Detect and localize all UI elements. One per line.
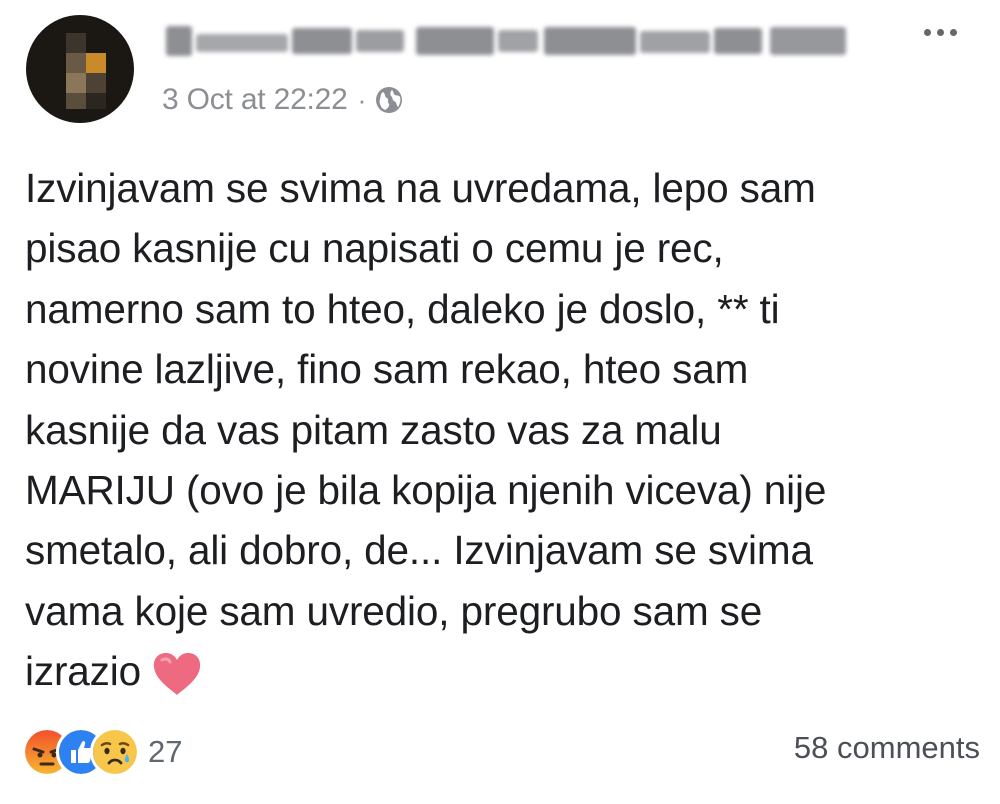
facebook-post: 3 Oct at 22:22 · Izvinjavam se svima na … — [0, 0, 1000, 804]
dot-icon — [923, 28, 931, 36]
author-name-redacted[interactable] — [166, 24, 846, 58]
meta-separator: · — [357, 84, 367, 115]
reactions-summary[interactable]: 27 — [22, 722, 182, 782]
post-body-line: smetalo, ali dobro, de... Izvinjavam se … — [25, 527, 813, 574]
post-body-line: novine lazljive, fino sam rekao, hteo sa… — [25, 346, 749, 393]
post-body-last-line: izrazio — [25, 641, 965, 701]
globe-icon[interactable] — [374, 85, 404, 115]
post-body-line: vama koje sam uvredio, pregrubo sam se — [25, 587, 763, 634]
comments-count-link[interactable]: 58 comments — [794, 730, 980, 766]
dot-icon — [936, 28, 944, 36]
post-body-line: namerno sam to hteo, daleko je doslo, **… — [25, 285, 780, 332]
reaction-icons — [22, 727, 140, 777]
post-body-line: Izvinjavam se svima na uvredama, lepo sa… — [25, 165, 816, 211]
dot-icon — [949, 28, 957, 36]
post-body-line: pisao kasnije cu napisati o cemu je rec, — [25, 225, 724, 272]
post-body-line: izrazio — [25, 648, 141, 695]
sad-reaction-icon — [90, 727, 140, 777]
post-meta: 3 Oct at 22:22 · — [162, 80, 404, 120]
post-body-line: MARIJU (ovo je bila kopija njenih viceva… — [25, 467, 827, 514]
post-body: Izvinjavam se svima na uvredama, lepo sa… — [25, 158, 965, 702]
reaction-count: 27 — [148, 734, 183, 769]
post-body-line: kasnije da vas pitam zasto vas za malu — [25, 406, 722, 453]
heart-emoji-icon — [153, 653, 201, 696]
more-options-button[interactable] — [914, 14, 966, 50]
post-timestamp[interactable]: 3 Oct at 22:22 — [162, 83, 348, 117]
author-avatar[interactable] — [26, 15, 134, 123]
